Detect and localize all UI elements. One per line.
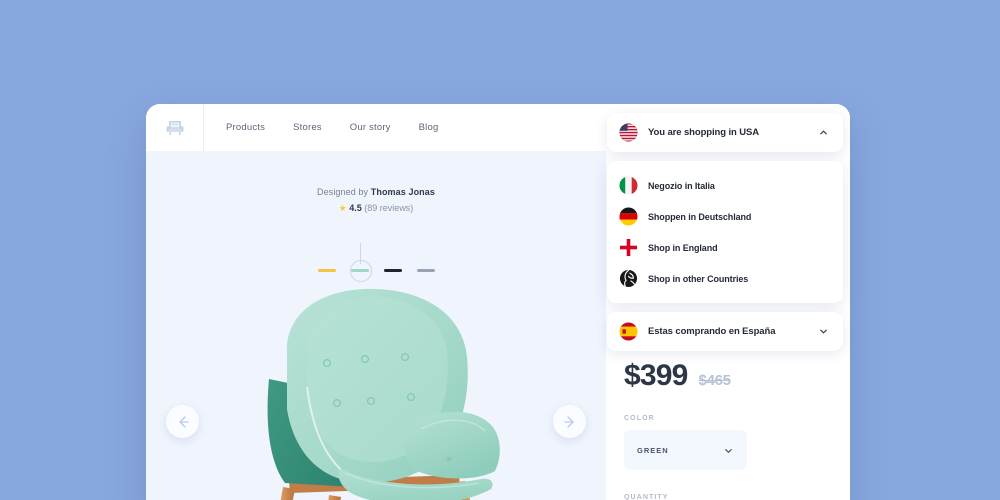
price-original: $465	[698, 372, 731, 389]
country-option-germany[interactable]: Shoppen in Deutschland	[607, 201, 843, 232]
color-label: COLOR	[624, 415, 655, 422]
logo[interactable]	[146, 104, 204, 151]
nav-link-stores[interactable]: Stores	[293, 122, 322, 133]
product-image-stage: Designed by Thomas Jonas ★ 4.5 (89 revie…	[146, 151, 606, 500]
country-option-label: Shoppen in Deutschland	[648, 211, 752, 222]
rating-line: ★ 4.5 (89 reviews)	[146, 203, 606, 214]
spain-flag-icon	[619, 322, 638, 341]
country-selector: You are shopping in USA Negozio in Itali…	[607, 113, 843, 351]
page-root: Products Stores Our story Blog Designed …	[0, 0, 1000, 500]
swatch-black[interactable]	[382, 259, 404, 281]
country-option-label: Negozio in Italia	[648, 180, 715, 191]
star-icon: ★	[338, 203, 347, 213]
designed-by-prefix: Designed by	[317, 187, 369, 197]
england-flag-icon	[619, 238, 638, 257]
nav-link-products[interactable]: Products	[226, 122, 265, 133]
swatch-grey[interactable]	[415, 259, 437, 281]
globe-icon	[619, 269, 638, 288]
price-current: $399	[624, 359, 688, 392]
quantity-label: QUANTITY	[624, 494, 669, 500]
designer-name: Thomas Jonas	[370, 187, 435, 197]
italy-flag-icon	[619, 176, 638, 195]
chevron-down-icon	[725, 448, 732, 453]
chevron-down-icon	[820, 329, 827, 334]
color-select[interactable]: GREEN	[624, 430, 747, 470]
country-option-label: Shop in other Countries	[648, 273, 749, 284]
swatch-green[interactable]	[349, 243, 372, 282]
usa-flag-icon	[619, 123, 638, 142]
next-image-button[interactable]	[553, 405, 586, 438]
color-swatch-selector	[146, 243, 606, 282]
arrow-right-icon	[563, 415, 574, 428]
nav-links: Products Stores Our story Blog	[204, 122, 438, 133]
price-row: $399 $465	[606, 359, 850, 393]
swatch-yellow[interactable]	[316, 259, 338, 281]
color-select-value: GREEN	[637, 445, 669, 455]
country-option-label: Shop in England	[648, 242, 718, 253]
country-footer-spain[interactable]: Estas comprando en España	[607, 312, 843, 351]
country-selector-trigger[interactable]: You are shopping in USA	[607, 113, 843, 152]
nav-link-blog[interactable]: Blog	[419, 122, 439, 133]
product-image-armchair	[267, 288, 500, 500]
rating-value: 4.5	[349, 203, 362, 213]
country-option-italy[interactable]: Negozio in Italia	[607, 170, 843, 201]
country-selector-value: You are shopping in USA	[648, 127, 759, 138]
country-option-england[interactable]: Shop in England	[607, 232, 843, 263]
country-footer-label: Estas comprando en España	[648, 326, 776, 337]
germany-flag-icon	[619, 207, 638, 226]
country-option-other[interactable]: Shop in other Countries	[607, 263, 843, 294]
arrow-left-icon	[178, 415, 189, 428]
armchair-logo-icon	[166, 120, 183, 135]
top-navigation: Products Stores Our story Blog	[146, 104, 606, 151]
review-count: (89 reviews)	[364, 203, 414, 213]
country-options-list: Negozio in Italia Shoppen in Deutschland	[607, 161, 843, 303]
designer-line: Designed by Thomas Jonas	[146, 187, 606, 197]
nav-link-our-story[interactable]: Our story	[350, 122, 391, 133]
previous-image-button[interactable]	[166, 405, 199, 438]
chevron-up-icon	[820, 130, 827, 135]
